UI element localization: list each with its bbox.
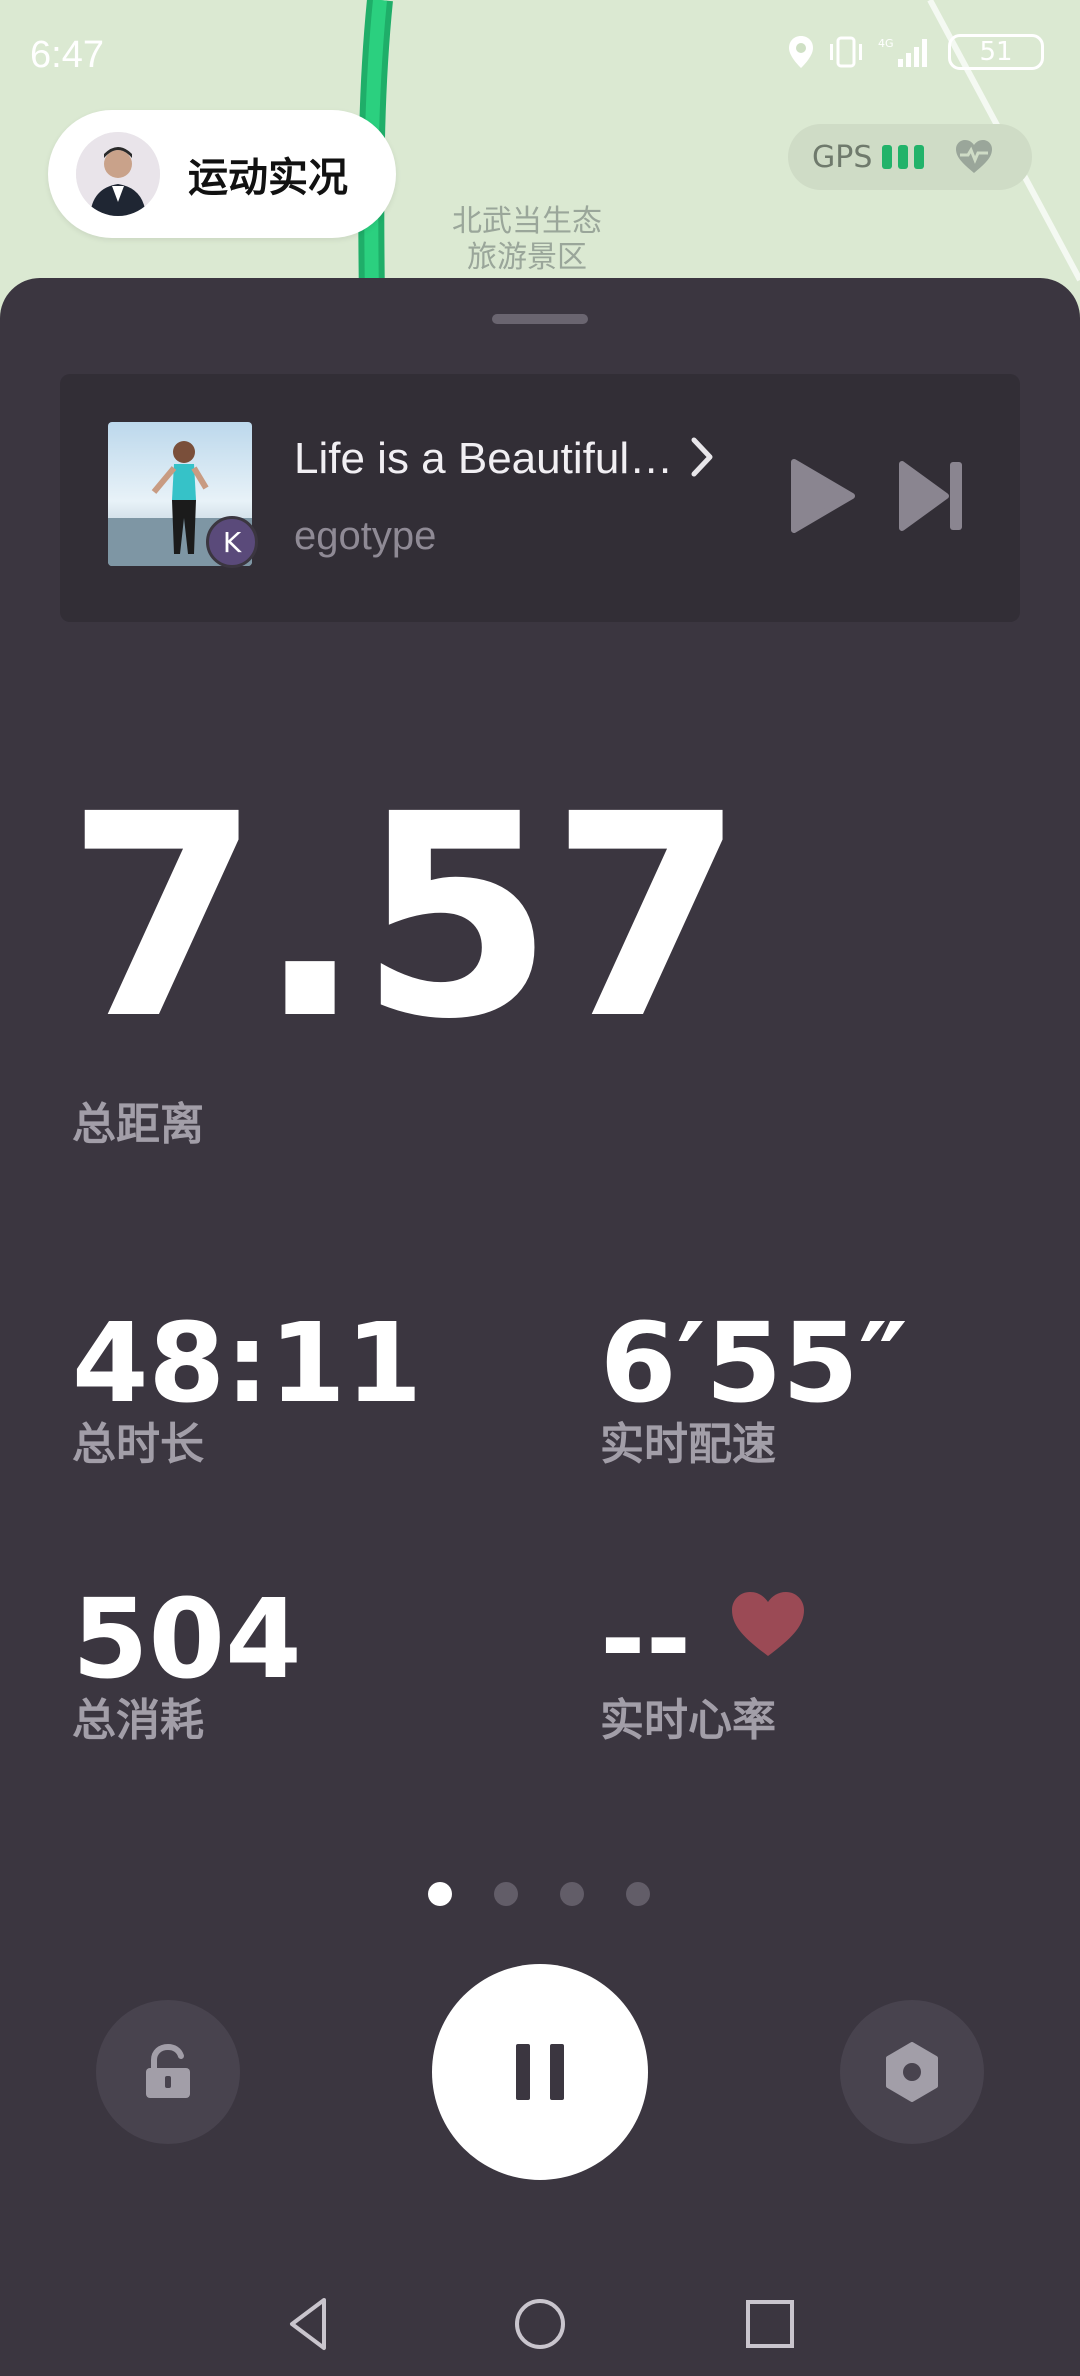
k-badge: K xyxy=(206,516,258,568)
live-title: 运动实况 xyxy=(188,155,348,201)
pause-button[interactable] xyxy=(432,1964,648,2180)
artist-name: egotype xyxy=(294,514,437,558)
avatar[interactable] xyxy=(76,132,160,216)
duration-value: 48:11 xyxy=(72,1299,423,1427)
gps-label: GPS xyxy=(812,139,873,175)
skip-next-icon[interactable] xyxy=(898,458,968,534)
heart-rate-value: -- xyxy=(600,1575,692,1703)
music-player-card[interactable]: K Life is a Beautiful Life egotype xyxy=(60,374,1020,622)
pace-label: 实时配速 xyxy=(600,1419,776,1470)
gps-signal-bars xyxy=(882,145,925,169)
settings-button[interactable] xyxy=(840,2000,984,2144)
page-dot[interactable] xyxy=(626,1882,650,1906)
unlock-icon xyxy=(146,2044,190,2098)
duration-label: 总时长 xyxy=(72,1419,204,1470)
settings-icon xyxy=(886,2042,938,2102)
system-navigation-bar xyxy=(0,2266,1080,2376)
pause-icon xyxy=(516,2044,564,2100)
page-dot[interactable] xyxy=(428,1882,452,1906)
chevron-right-icon[interactable] xyxy=(682,432,722,482)
map-place-label: 北武当生态 旅游景区 xyxy=(452,204,602,275)
play-icon[interactable] xyxy=(780,454,860,538)
heart-icon xyxy=(732,1592,804,1656)
distance-label: 总距离 xyxy=(72,1099,204,1150)
distance-value: 7.57 xyxy=(66,755,745,1081)
page-indicator[interactable] xyxy=(428,1882,650,1906)
heart-rate-label: 实时心率 xyxy=(600,1695,776,1746)
status-bar: 6:47 4G 51 xyxy=(0,0,1080,110)
location-icon xyxy=(789,36,813,68)
calories-label: 总消耗 xyxy=(72,1695,204,1746)
pace-value: 6′55″ xyxy=(600,1299,908,1427)
status-time: 6:47 xyxy=(30,34,104,76)
gps-status-pill[interactable]: GPS xyxy=(788,124,1032,190)
song-title[interactable]: Life is a Beautiful Life xyxy=(294,434,674,484)
status-icons: 4G 51 xyxy=(788,34,1044,70)
back-icon[interactable] xyxy=(280,2294,340,2354)
lock-button[interactable] xyxy=(96,2000,240,2144)
calories-value: 504 xyxy=(72,1575,302,1703)
heart-monitor-icon[interactable] xyxy=(954,139,994,175)
sheet-drag-handle[interactable] xyxy=(492,314,588,324)
signal-icon: 4G xyxy=(878,37,927,67)
workout-sheet: K Life is a Beautiful Life egotype 7.57 … xyxy=(0,278,1080,2376)
page-dot[interactable] xyxy=(560,1882,584,1906)
vibrate-icon xyxy=(830,36,862,68)
page-dot[interactable] xyxy=(494,1882,518,1906)
live-activity-pill[interactable]: 运动实况 xyxy=(48,110,396,238)
home-icon[interactable] xyxy=(510,2294,570,2354)
svg-text:4G: 4G xyxy=(878,37,894,50)
battery-indicator: 51 xyxy=(948,34,1044,70)
recents-icon[interactable] xyxy=(740,2294,800,2354)
